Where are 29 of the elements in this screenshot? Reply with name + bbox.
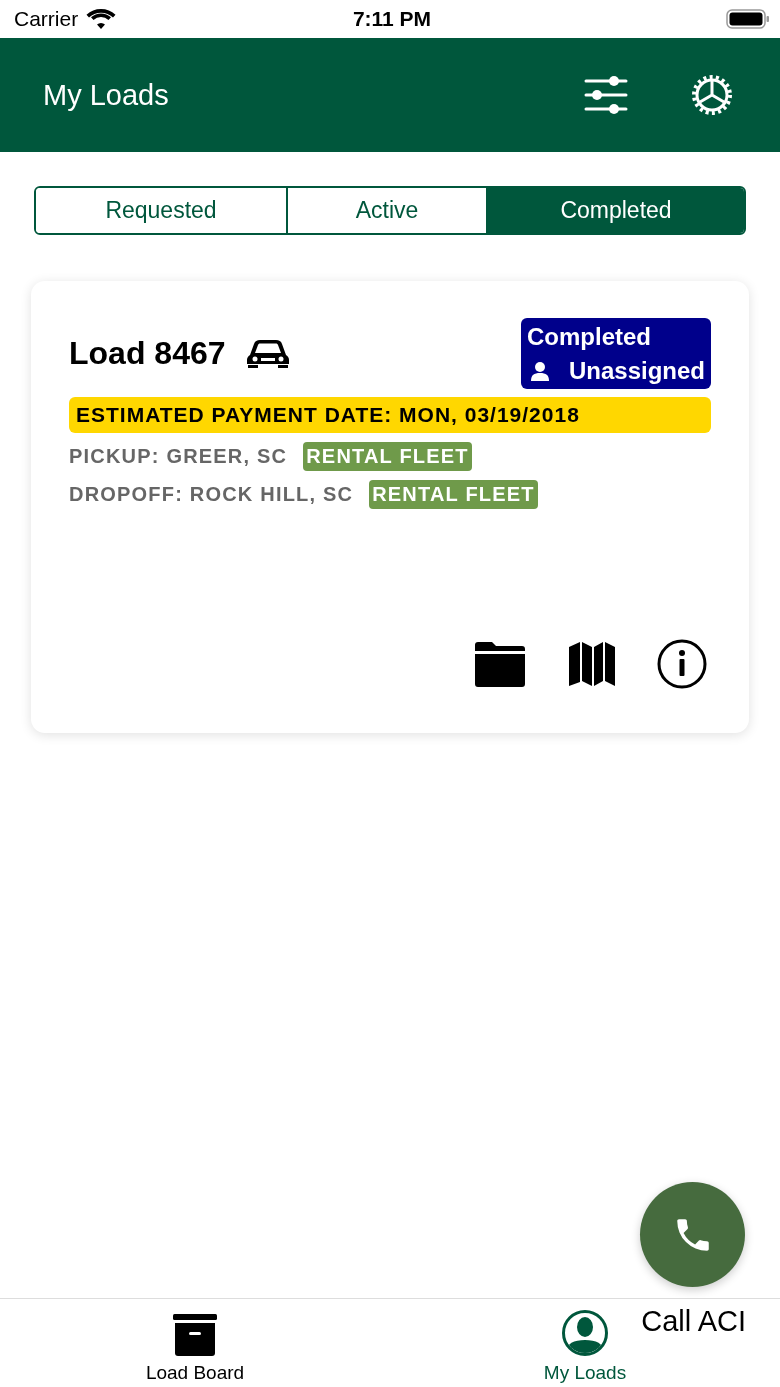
person-icon xyxy=(530,361,549,381)
segment-tab[interactable]: Requested xyxy=(36,188,288,233)
clock-time: 7:11 PM xyxy=(352,7,432,31)
assignee-text: Unassigned xyxy=(568,357,705,385)
stop-location: DROPOFF: ROCK HILL, SC xyxy=(69,483,354,506)
segment-tab[interactable]: Completed xyxy=(488,188,744,233)
tab-bar-item[interactable]: My Loads xyxy=(543,1299,627,1387)
tab-bar-item[interactable]: Load Board xyxy=(145,1299,245,1387)
settings-icon[interactable] xyxy=(690,73,734,117)
load-card[interactable]: Load 8467 Completed Unassigned ESTIMATED PAYMENT DATE: MON, 03/19/2018 PICKUP: GREER, SC RENTAL FLEET DROPOFF: ROCK HILL, SC RENTAL FLEET xyxy=(31,281,749,733)
info-icon[interactable] xyxy=(657,639,707,689)
sliders-icon[interactable] xyxy=(584,75,628,115)
person-avatar-icon xyxy=(562,1310,608,1356)
car-icon xyxy=(245,338,290,369)
fleet-tag: RENTAL FLEET xyxy=(369,480,538,509)
load-title: Load 8467 xyxy=(69,335,226,372)
stop-location: PICKUP: GREER, SC xyxy=(69,445,288,468)
status-text: Completed xyxy=(526,323,652,351)
archive-box-icon xyxy=(173,1314,217,1356)
payment-date-banner: ESTIMATED PAYMENT DATE: MON, 03/19/2018 xyxy=(69,397,711,433)
carrier-name: Carrier xyxy=(14,7,79,31)
folder-icon[interactable] xyxy=(473,641,527,687)
fleet-tag: RENTAL FLEET xyxy=(303,442,472,471)
battery-icon xyxy=(726,9,770,29)
map-icon[interactable] xyxy=(569,641,615,687)
call-label: Call ACI xyxy=(641,1305,746,1338)
wifi-icon xyxy=(86,8,117,30)
call-button[interactable] xyxy=(640,1182,745,1287)
page-title: My Loads xyxy=(43,78,170,112)
